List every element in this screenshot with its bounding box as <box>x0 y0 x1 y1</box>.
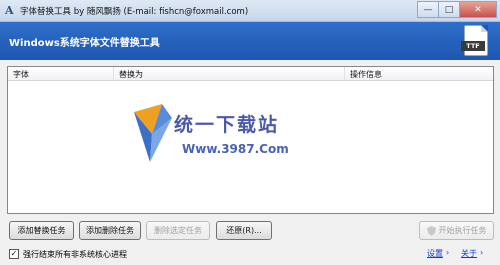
watermark-name: 统一下载站 <box>174 114 280 136</box>
watermark: 统一下载站 Www.3987.Com <box>132 104 372 176</box>
force-close-label: 强行结束所有非系统核心进程 <box>23 250 127 259</box>
start-task-label: 开始执行任务 <box>438 226 487 235</box>
ttf-file-icon: TTF <box>461 25 488 56</box>
column-replace-with[interactable]: 替换为 <box>119 69 143 80</box>
minimize-button[interactable]: — <box>417 1 439 18</box>
window-title: 字体替换工具 by 随风飘扬 (E-mail: fishcn@foxmail.c… <box>20 7 249 17</box>
column-divider[interactable] <box>113 67 114 80</box>
column-operation-info[interactable]: 操作信息 <box>350 69 382 80</box>
column-font[interactable]: 字体 <box>13 69 29 80</box>
delete-selected-task-button[interactable]: 删除选定任务 <box>146 221 210 240</box>
about-arrow-icon: › <box>480 248 484 257</box>
header-banner: Windows系统字体文件替换工具 TTF <box>0 22 500 60</box>
ttf-label: TTF <box>461 41 485 51</box>
shield-icon <box>426 225 436 236</box>
maximize-button[interactable]: □ <box>438 1 460 18</box>
about-link[interactable]: 关于 <box>461 248 477 259</box>
watermark-logo-icon <box>134 104 172 162</box>
force-close-checkbox[interactable]: ✓ <box>9 249 19 259</box>
file-fold-icon <box>481 25 488 32</box>
restore-button[interactable]: 还原(R)... <box>216 221 272 240</box>
close-button[interactable]: ✕ <box>459 1 497 18</box>
start-task-button[interactable]: 开始执行任务 <box>419 221 494 240</box>
column-divider[interactable] <box>344 67 345 80</box>
settings-arrow-icon: › <box>446 248 450 257</box>
app-icon: A <box>5 4 14 17</box>
settings-link[interactable]: 设置 <box>427 248 443 259</box>
window-controls: — □ ✕ <box>417 1 497 19</box>
banner-title: Windows系统字体文件替换工具 <box>9 38 160 49</box>
task-list-header: 字体 替换为 操作信息 <box>8 67 493 81</box>
add-delete-task-button[interactable]: 添加删除任务 <box>79 221 141 240</box>
add-replace-task-button[interactable]: 添加替换任务 <box>9 221 74 240</box>
title-bar[interactable]: A 字体替换工具 by 随风飘扬 (E-mail: fishcn@foxmail… <box>0 0 500 22</box>
watermark-url: Www.3987.Com <box>182 142 289 156</box>
